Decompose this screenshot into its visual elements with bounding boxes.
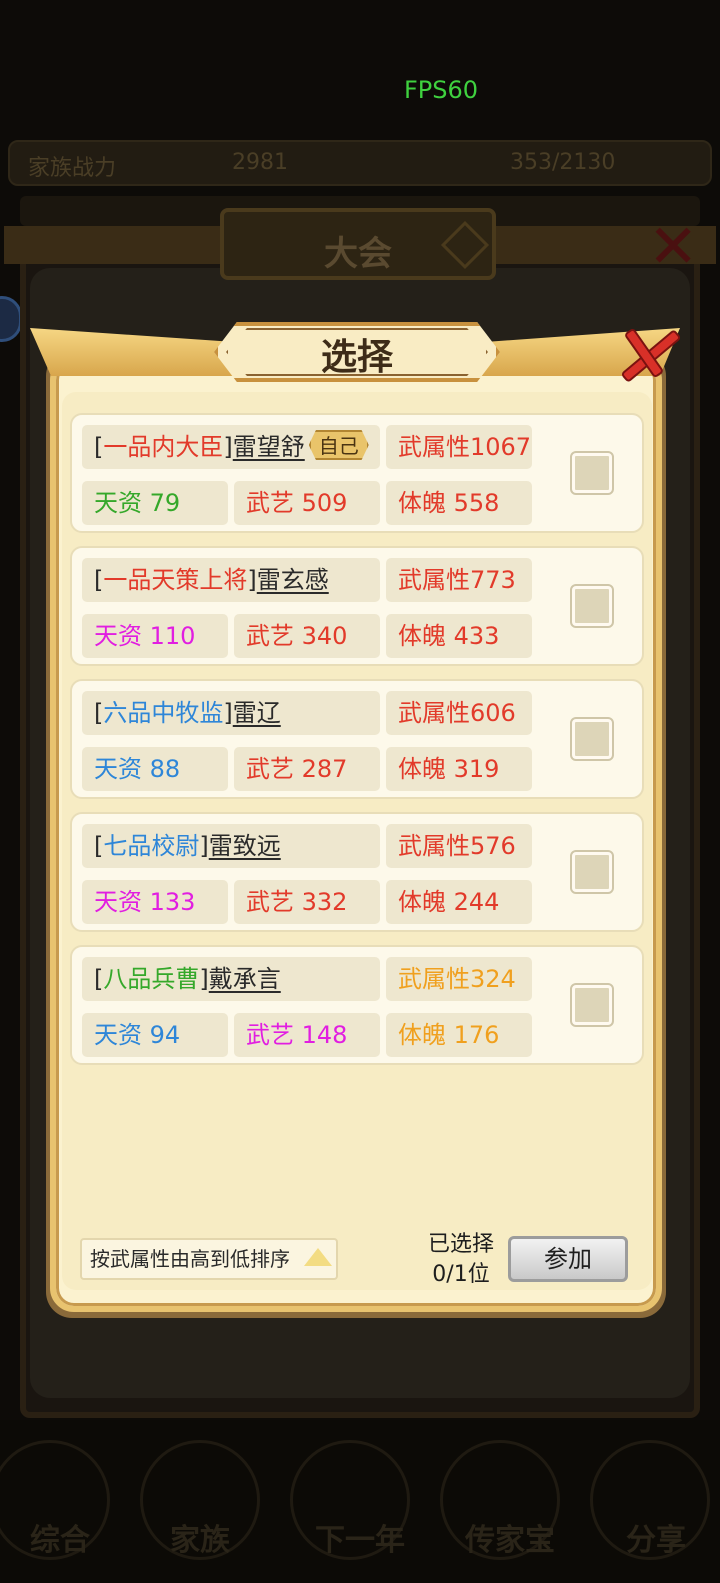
candidate-rank: 八品兵曹 bbox=[103, 965, 200, 993]
candidate-talent: 天资 133 bbox=[82, 880, 228, 924]
sort-button[interactable]: 按武属性由高到低排序 bbox=[80, 1238, 338, 1280]
bottom-tab-label: 下一年 bbox=[315, 1523, 405, 1558]
candidate-skill: 武艺 332 bbox=[234, 880, 380, 924]
candidate-rank: 七品校尉 bbox=[103, 832, 200, 860]
candidate-name-cell: [一品内大臣]雷望舒 自己 bbox=[82, 425, 380, 469]
candidate-skill: 武艺 509 bbox=[234, 481, 380, 525]
candidate-card: [八品兵曹]戴承言 武属性324 天资 94 武艺 148 体魄 176 bbox=[70, 945, 644, 1065]
candidate-card: [一品天策上将]雷玄感 武属性773 天资 110 武艺 340 体魄 433 bbox=[70, 546, 644, 666]
background-family-power: 家族战力 bbox=[28, 156, 117, 181]
candidate-martial-attr: 武属性576 bbox=[386, 824, 532, 868]
candidate-rank: 一品内大臣 bbox=[103, 433, 224, 461]
candidate-talent: 天资 79 bbox=[82, 481, 228, 525]
candidate-talent: 天资 94 bbox=[82, 1013, 228, 1057]
candidate-card: [一品内大臣]雷望舒 自己 武属性1067 天资 79 武艺 509 体魄 558 bbox=[70, 413, 644, 533]
candidate-name[interactable]: 戴承言 bbox=[209, 965, 281, 993]
candidate-card: [七品校尉]雷致远 武属性576 天资 133 武艺 332 体魄 244 bbox=[70, 812, 644, 932]
candidate-name-cell: [七品校尉]雷致远 bbox=[82, 824, 380, 868]
candidate-physique: 体魄 433 bbox=[386, 614, 532, 658]
candidate-card: [六品中牧监]雷辽 武属性606 天资 88 武艺 287 体魄 319 bbox=[70, 679, 644, 799]
bottom-tab-label: 综合 bbox=[30, 1523, 90, 1558]
candidate-physique: 体魄 176 bbox=[386, 1013, 532, 1057]
candidate-physique: 体魄 319 bbox=[386, 747, 532, 791]
background-power-value: 2981 bbox=[232, 150, 288, 175]
candidate-skill: 武艺 148 bbox=[234, 1013, 380, 1057]
candidate-name[interactable]: 雷致远 bbox=[209, 832, 281, 860]
candidate-physique: 体魄 558 bbox=[386, 481, 532, 525]
candidate-checkbox[interactable] bbox=[570, 983, 614, 1027]
candidate-physique: 体魄 244 bbox=[386, 880, 532, 924]
candidate-talent: 天资 88 bbox=[82, 747, 228, 791]
sort-triangle-icon bbox=[304, 1248, 332, 1266]
selected-count: 已选择 0/1位 bbox=[416, 1230, 506, 1290]
candidate-checkbox[interactable] bbox=[570, 584, 614, 628]
fps-counter: FPS60 bbox=[404, 76, 479, 104]
outer-close-icon: ✕ bbox=[648, 212, 699, 282]
candidate-name[interactable]: 雷玄感 bbox=[257, 566, 329, 594]
side-badge-icon bbox=[0, 296, 22, 342]
screen: FPS60 家族战力 2981 353/2130 大会 ✕ 综合 家族 下一年 … bbox=[0, 0, 720, 1583]
candidate-rank: 六品中牧监 bbox=[103, 699, 224, 727]
bottom-tab-label: 传家宝 bbox=[465, 1523, 555, 1558]
selected-count-label: 已选择 bbox=[427, 1232, 494, 1257]
background-resource: 353/2130 bbox=[510, 150, 616, 175]
candidate-checkbox[interactable] bbox=[570, 451, 614, 495]
outer-banner-left bbox=[4, 226, 234, 264]
candidate-martial-attr: 武属性606 bbox=[386, 691, 532, 735]
selected-count-value: 0/1位 bbox=[432, 1262, 490, 1287]
candidate-name-cell: [六品中牧监]雷辽 bbox=[82, 691, 380, 735]
candidate-martial-attr: 武属性1067 bbox=[386, 425, 532, 469]
candidate-skill: 武艺 340 bbox=[234, 614, 380, 658]
dialog-title: 选择 bbox=[320, 337, 393, 378]
candidate-martial-attr: 武属性773 bbox=[386, 558, 532, 602]
candidate-rank: 一品天策上将 bbox=[103, 566, 248, 594]
candidate-skill: 武艺 287 bbox=[234, 747, 380, 791]
candidate-name-cell: [一品天策上将]雷玄感 bbox=[82, 558, 380, 602]
candidate-name[interactable]: 雷望舒 bbox=[233, 433, 305, 461]
candidate-talent: 天资 110 bbox=[82, 614, 228, 658]
join-button[interactable]: 参加 bbox=[508, 1236, 628, 1282]
candidate-name[interactable]: 雷辽 bbox=[233, 699, 281, 727]
background-top-bar: 家族战力 2981 353/2130 bbox=[8, 140, 712, 186]
sort-label: 按武属性由高到低排序 bbox=[90, 1247, 290, 1271]
candidate-name-cell: [八品兵曹]戴承言 bbox=[82, 957, 380, 1001]
bottom-tab-label: 分享 bbox=[626, 1523, 686, 1558]
self-tag: 自己 bbox=[308, 430, 369, 460]
candidate-checkbox[interactable] bbox=[570, 717, 614, 761]
bottom-tab-label: 家族 bbox=[170, 1523, 230, 1558]
candidate-martial-attr: 武属性324 bbox=[386, 957, 532, 1001]
candidate-checkbox[interactable] bbox=[570, 850, 614, 894]
close-button[interactable] bbox=[612, 316, 688, 392]
